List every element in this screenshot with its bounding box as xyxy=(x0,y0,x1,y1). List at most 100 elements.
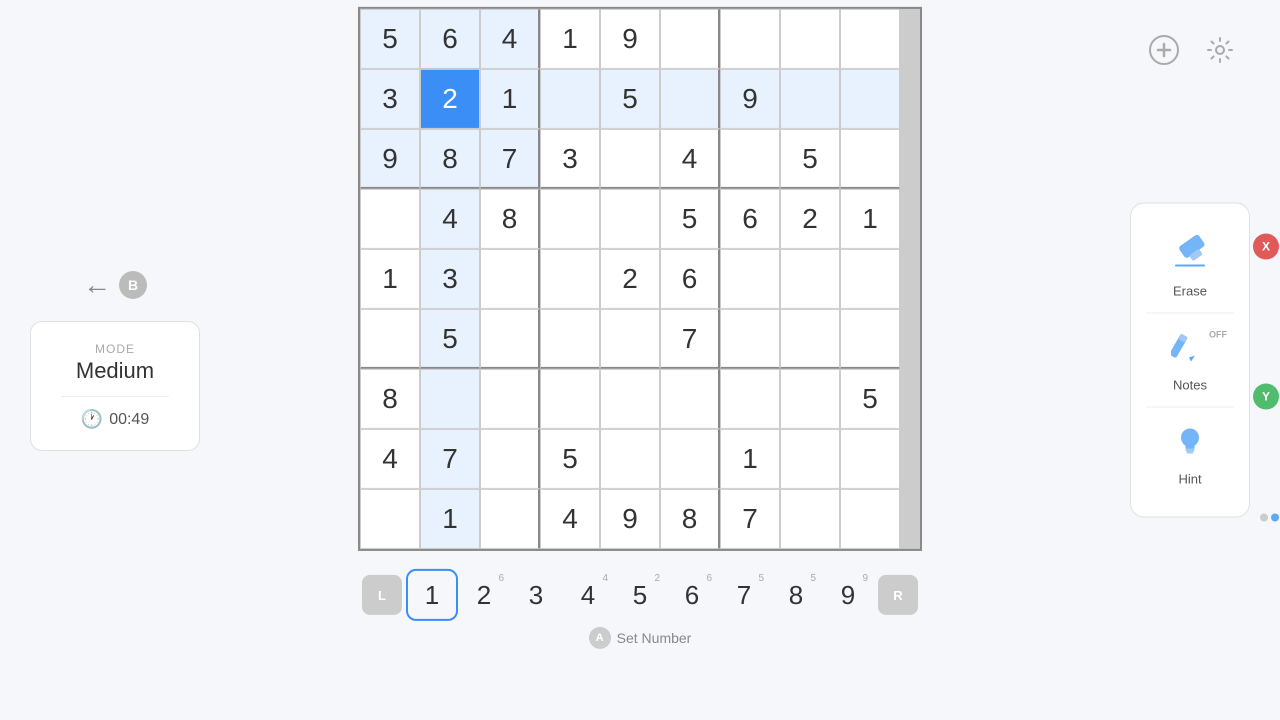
picker-number[interactable]: 25 xyxy=(614,569,666,621)
sudoku-cell[interactable]: 8 xyxy=(480,189,540,249)
sudoku-cell[interactable] xyxy=(840,489,900,549)
sudoku-cell[interactable]: 5 xyxy=(420,309,480,369)
sudoku-cell[interactable] xyxy=(480,489,540,549)
sudoku-cell[interactable] xyxy=(780,489,840,549)
add-button[interactable] xyxy=(1144,30,1184,70)
picker-number[interactable]: 58 xyxy=(770,569,822,621)
sudoku-cell[interactable] xyxy=(540,369,600,429)
sudoku-cell[interactable] xyxy=(600,189,660,249)
sudoku-cell[interactable] xyxy=(840,429,900,489)
sudoku-cell[interactable]: 7 xyxy=(480,129,540,189)
sudoku-cell[interactable]: 1 xyxy=(360,249,420,309)
sudoku-cell[interactable]: 5 xyxy=(540,429,600,489)
sudoku-cell[interactable] xyxy=(600,309,660,369)
picker-number[interactable]: 3 xyxy=(510,569,562,621)
sudoku-cell[interactable]: 9 xyxy=(720,69,780,129)
sudoku-cell[interactable]: 3 xyxy=(540,129,600,189)
sudoku-cell[interactable]: 4 xyxy=(660,129,720,189)
picker-number[interactable]: 62 xyxy=(458,569,510,621)
sudoku-cell[interactable]: 4 xyxy=(360,429,420,489)
sudoku-cell[interactable]: 1 xyxy=(720,429,780,489)
sudoku-cell[interactable] xyxy=(480,249,540,309)
sudoku-cell[interactable] xyxy=(720,129,780,189)
x-badge[interactable]: X xyxy=(1253,234,1279,260)
sudoku-cell[interactable] xyxy=(780,249,840,309)
sudoku-cell[interactable] xyxy=(480,309,540,369)
sudoku-cell[interactable] xyxy=(780,69,840,129)
sudoku-cell[interactable] xyxy=(840,249,900,309)
sudoku-cell[interactable] xyxy=(660,429,720,489)
sudoku-cell[interactable] xyxy=(480,369,540,429)
sudoku-cell[interactable] xyxy=(540,249,600,309)
sudoku-cell[interactable] xyxy=(840,9,900,69)
sudoku-cell[interactable]: 9 xyxy=(600,9,660,69)
sudoku-cell[interactable]: 5 xyxy=(840,369,900,429)
sudoku-cell[interactable] xyxy=(720,309,780,369)
sudoku-cell[interactable] xyxy=(660,9,720,69)
sudoku-cell[interactable] xyxy=(840,309,900,369)
back-button[interactable]: ← B xyxy=(83,269,147,301)
sudoku-cell[interactable]: 4 xyxy=(480,9,540,69)
sudoku-cell[interactable]: 4 xyxy=(420,189,480,249)
sudoku-cell[interactable]: 5 xyxy=(780,129,840,189)
sudoku-cell[interactable] xyxy=(360,309,420,369)
picker-left-button[interactable]: L xyxy=(362,575,402,615)
sudoku-cell[interactable] xyxy=(840,69,900,129)
sudoku-cell[interactable] xyxy=(660,69,720,129)
sudoku-cell[interactable]: 8 xyxy=(420,129,480,189)
sudoku-cell[interactable]: 7 xyxy=(720,489,780,549)
sudoku-cell[interactable]: 1 xyxy=(540,9,600,69)
sudoku-cell[interactable]: 6 xyxy=(720,189,780,249)
sudoku-cell[interactable] xyxy=(720,369,780,429)
sudoku-cell[interactable] xyxy=(780,9,840,69)
sudoku-cell[interactable] xyxy=(540,309,600,369)
sudoku-grid[interactable]: 564193215998734548562113265785475114987 xyxy=(358,7,922,551)
sudoku-cell[interactable] xyxy=(600,129,660,189)
picker-number[interactable]: 57 xyxy=(718,569,770,621)
sudoku-cell[interactable]: 1 xyxy=(480,69,540,129)
sudoku-cell[interactable]: 9 xyxy=(360,129,420,189)
sudoku-cell[interactable] xyxy=(720,249,780,309)
sudoku-cell[interactable]: 1 xyxy=(420,489,480,549)
sudoku-cell[interactable]: 6 xyxy=(420,9,480,69)
sudoku-cell[interactable]: 7 xyxy=(660,309,720,369)
sudoku-cell[interactable] xyxy=(360,489,420,549)
sudoku-cell[interactable] xyxy=(720,9,780,69)
sudoku-cell[interactable]: 8 xyxy=(360,369,420,429)
sudoku-cell[interactable] xyxy=(600,369,660,429)
sudoku-cell[interactable]: 2 xyxy=(420,69,480,129)
sudoku-cell[interactable] xyxy=(540,69,600,129)
sudoku-cell[interactable] xyxy=(780,309,840,369)
y-badge[interactable]: Y xyxy=(1253,384,1279,410)
sudoku-cell[interactable]: 3 xyxy=(360,69,420,129)
sudoku-cell[interactable]: 9 xyxy=(600,489,660,549)
sudoku-cell[interactable]: 5 xyxy=(600,69,660,129)
sudoku-cell[interactable]: 5 xyxy=(360,9,420,69)
sudoku-cell[interactable]: 2 xyxy=(600,249,660,309)
sudoku-cell[interactable]: 6 xyxy=(660,249,720,309)
sudoku-cell[interactable]: 8 xyxy=(660,489,720,549)
notes-tool[interactable]: OFF Notes xyxy=(1141,314,1239,407)
picker-number[interactable]: 44 xyxy=(562,569,614,621)
picker-number[interactable]: 1 xyxy=(406,569,458,621)
sudoku-cell[interactable]: 5 xyxy=(660,189,720,249)
sudoku-cell[interactable] xyxy=(540,189,600,249)
sudoku-cell[interactable] xyxy=(600,429,660,489)
sudoku-cell[interactable] xyxy=(420,369,480,429)
picker-right-button[interactable]: R xyxy=(878,575,918,615)
sudoku-cell[interactable] xyxy=(360,189,420,249)
hint-tool[interactable]: Hint xyxy=(1141,408,1239,501)
sudoku-cell[interactable] xyxy=(480,429,540,489)
picker-number[interactable]: 66 xyxy=(666,569,718,621)
sudoku-cell[interactable] xyxy=(840,129,900,189)
picker-number[interactable]: 99 xyxy=(822,569,874,621)
erase-tool[interactable]: Erase xyxy=(1141,220,1239,313)
sudoku-cell[interactable]: 3 xyxy=(420,249,480,309)
sudoku-cell[interactable]: 2 xyxy=(780,189,840,249)
sudoku-cell[interactable] xyxy=(780,369,840,429)
sudoku-cell[interactable]: 1 xyxy=(840,189,900,249)
sudoku-cell[interactable] xyxy=(660,369,720,429)
sudoku-cell[interactable]: 4 xyxy=(540,489,600,549)
sudoku-cell[interactable]: 7 xyxy=(420,429,480,489)
settings-button[interactable] xyxy=(1200,30,1240,70)
